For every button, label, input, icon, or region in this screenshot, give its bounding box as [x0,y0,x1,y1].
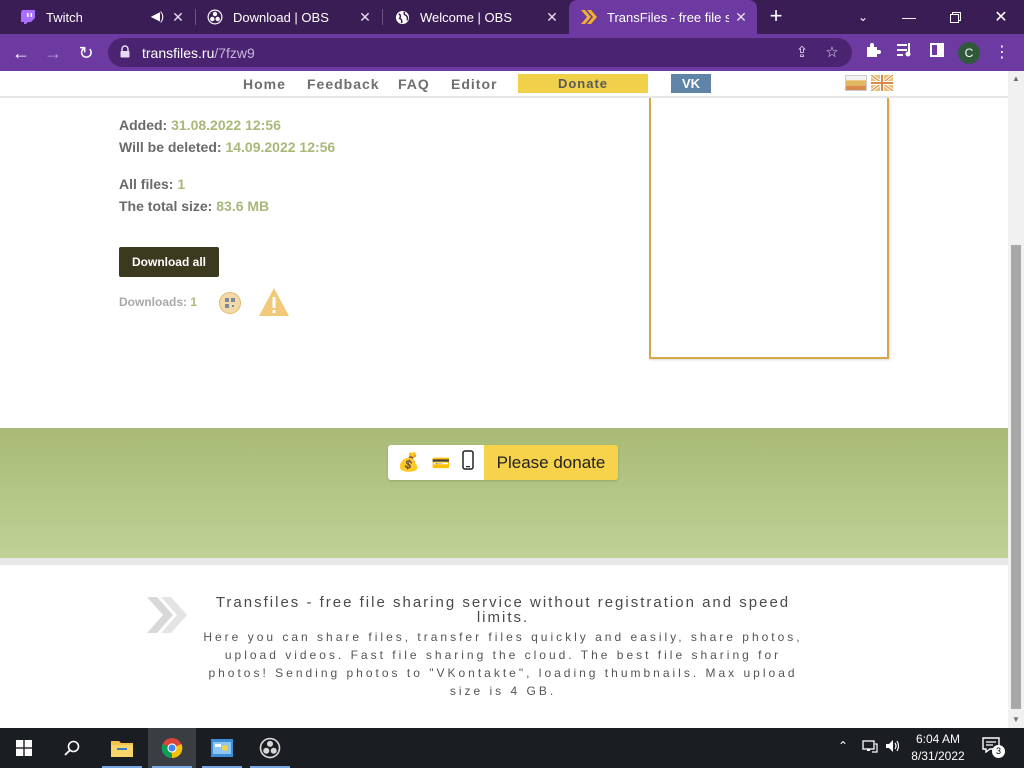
twitch-icon [20,9,36,25]
card-wallet-icon: 💳 [431,454,451,472]
new-tab-icon[interactable]: + [764,5,788,29]
file-explorer-icon[interactable] [98,728,146,768]
control-panel-icon[interactable] [198,728,246,768]
search-icon[interactable] [48,728,96,768]
close-tab-icon[interactable]: ✕ [357,9,373,25]
network-icon[interactable] [862,739,878,756]
deleted-label: Will be deleted: [119,139,222,155]
close-tab-icon[interactable]: ✕ [544,9,560,25]
added-label: Added: [119,117,168,133]
media-control-icon[interactable] [894,42,916,64]
forward-icon[interactable]: → [40,40,66,66]
minimize-icon[interactable]: — [886,0,932,34]
footer-divider [0,558,1008,565]
deletion-row: Will be deleted: 14.09.2022 12:56 [119,139,335,155]
added-value: 31.08.2022 12:56 [171,117,281,133]
share-icon[interactable]: ⇪ [792,43,812,63]
restore-icon[interactable] [932,0,978,34]
all-files-row: All files: 1 [119,176,185,192]
scrollbar-thumb[interactable] [1011,245,1021,709]
download-all-button[interactable]: Download all [119,247,219,277]
reload-icon[interactable]: ↻ [73,40,99,66]
clock-time: 6:04 AM [915,732,961,746]
page-viewport: Home Feedback FAQ Editor Donate VK Added… [0,71,1008,728]
tray-overflow-icon[interactable]: ⌃ [838,739,848,753]
tab-title: Welcome | OBS [420,9,512,25]
windows-start-icon[interactable] [0,728,48,768]
tab-download-obs[interactable]: Download | OBS ✕ [195,0,381,34]
tab-welcome-obs[interactable]: Welcome | OBS ✕ [382,0,568,34]
tab-title: Download | OBS [233,9,329,25]
please-donate-button[interactable]: 💰 💳 Please donate [388,445,618,480]
audio-icon[interactable]: ◀) [151,9,164,23]
notification-center-icon[interactable]: 3 [982,737,1005,758]
globe-icon [394,9,410,25]
downloads-label: Downloads: [119,295,187,309]
close-tab-icon[interactable]: ✕ [733,9,749,25]
file-preview-panel [649,98,889,359]
nav-faq-link[interactable]: FAQ [398,76,430,92]
scroll-down-icon[interactable]: ▼ [1012,716,1020,724]
close-tab-icon[interactable]: ✕ [170,9,186,25]
scroll-up-icon[interactable]: ▲ [1012,75,1020,83]
site-navigation: Home Feedback FAQ Editor Donate VK [0,71,1008,98]
page-scrollbar[interactable]: ▲ ▼ [1008,71,1024,728]
notification-count-badge: 3 [992,745,1005,758]
qr-code-icon[interactable] [219,292,241,314]
obs-studio-icon[interactable] [246,728,294,768]
downloads-counter: Downloads: 1 [119,295,197,309]
nav-donate-button[interactable]: Donate [518,74,648,93]
url-text[interactable]: transfiles.ru/7fzw9 [142,45,255,61]
tab-title: TransFiles - free file sha [607,9,729,25]
browser-toolbar: ← → ↻ transfiles.ru/7fzw9 ⇪ ☆ C ⋮ [0,34,1024,71]
transfiles-logo [145,591,193,639]
side-panel-icon[interactable] [926,42,948,64]
transfiles-icon [581,9,597,25]
footer: Transfiles - free file sharing service w… [0,565,1008,728]
report-warning-icon[interactable] [258,287,290,317]
nav-home-link[interactable]: Home [243,76,286,92]
volume-icon[interactable] [885,739,901,756]
tab-twitch[interactable]: Twitch ◀) ✕ [8,0,194,34]
footer-description: Here you can share files, transfer files… [203,630,803,698]
phone-icon [462,450,474,475]
address-bar[interactable]: transfiles.ru/7fzw9 ⇪ ☆ [108,38,852,67]
tab-title: Twitch [46,9,83,25]
nav-vk-button[interactable]: VK [671,74,711,93]
chrome-icon[interactable] [148,728,196,768]
lock-icon[interactable] [120,45,130,58]
all-files-label: All files: [119,176,174,192]
windows-taskbar: ⌃ 6:04 AM 8/31/2022 3 [0,728,1024,768]
downloads-value: 1 [190,295,198,309]
extensions-icon[interactable] [862,42,884,64]
obs-icon [207,9,223,25]
payment-icons: 💰 💳 [388,445,484,480]
profile-avatar[interactable]: C [958,42,980,64]
total-size-label: The total size: [119,198,213,214]
footer-headline: Transfiles - free file sharing service w… [215,594,791,626]
please-donate-label: Please donate [484,445,618,480]
system-clock[interactable]: 6:04 AM 8/31/2022 [902,731,974,765]
all-files-value: 1 [177,176,186,192]
browser-tab-strip: Twitch ◀) ✕ Download | OBS ✕ Welcome | O… [0,0,1024,34]
donate-banner: 💰 💳 Please donate [0,428,1008,558]
clock-date: 8/31/2022 [911,749,965,763]
tab-search-icon[interactable]: ⌄ [840,0,886,34]
back-icon[interactable]: ← [8,40,34,66]
bookmark-star-icon[interactable]: ☆ [822,43,842,63]
nav-editor-link[interactable]: Editor [451,76,497,92]
total-size-value: 83.6 MB [216,198,270,214]
nav-feedback-link[interactable]: Feedback [307,76,380,92]
close-window-icon[interactable]: ✕ [978,0,1024,34]
deleted-value: 14.09.2022 12:56 [225,139,336,155]
russian-flag-icon[interactable] [845,75,867,91]
added-row: Added: 31.08.2022 12:56 [119,117,281,133]
money-bag-icon: 💰 [397,452,421,472]
menu-kebab-icon[interactable]: ⋮ [991,42,1013,64]
total-size-row: The total size: 83.6 MB [119,198,269,214]
tab-transfiles[interactable]: TransFiles - free file sha ✕ [569,0,757,34]
english-flag-icon[interactable] [870,73,894,93]
